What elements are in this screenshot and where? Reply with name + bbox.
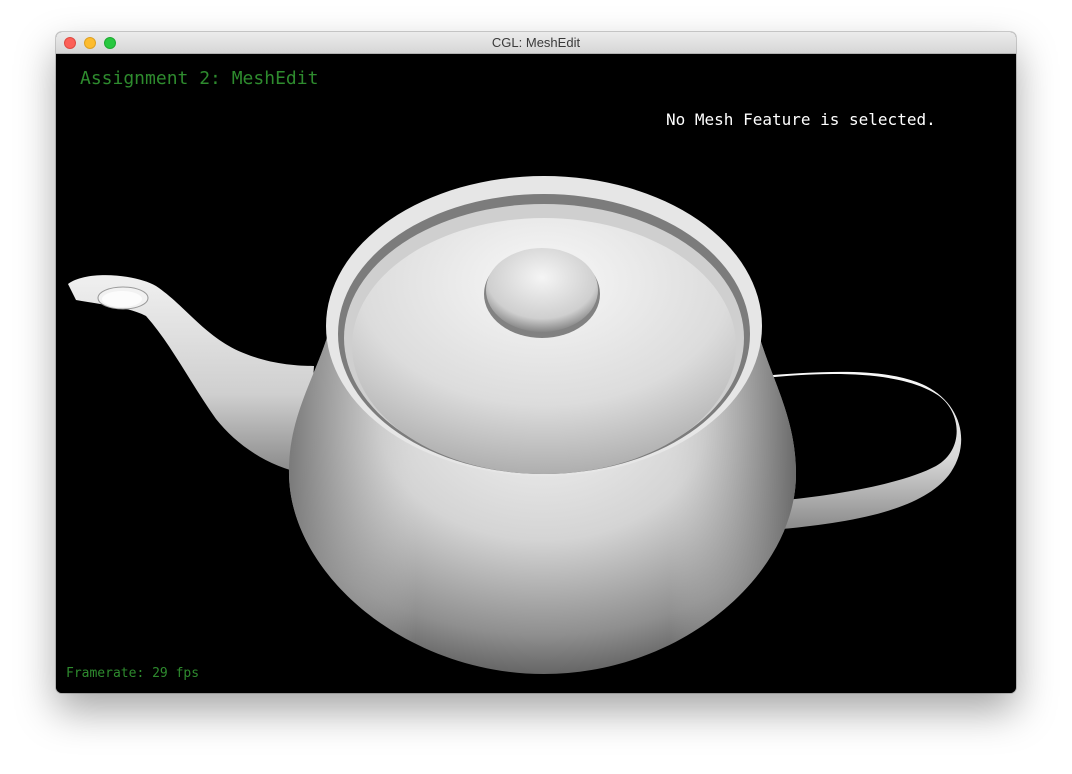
spout-inner	[102, 291, 142, 307]
framerate-readout: Framerate: 29 fps	[66, 666, 200, 681]
render-viewport[interactable]: Assignment 2: MeshEdit No Mesh Feature i…	[56, 54, 1016, 693]
assignment-title: Assignment 2: MeshEdit	[80, 68, 319, 89]
app-window: CGL: MeshEdit Assignment 2: MeshEdit No …	[56, 32, 1016, 693]
title-bar[interactable]: CGL: MeshEdit	[56, 32, 1016, 54]
teapot-knob	[486, 248, 598, 332]
teapot-mesh[interactable]	[56, 54, 1016, 693]
selection-status: No Mesh Feature is selected.	[666, 110, 936, 129]
window-title: CGL: MeshEdit	[491, 35, 581, 50]
